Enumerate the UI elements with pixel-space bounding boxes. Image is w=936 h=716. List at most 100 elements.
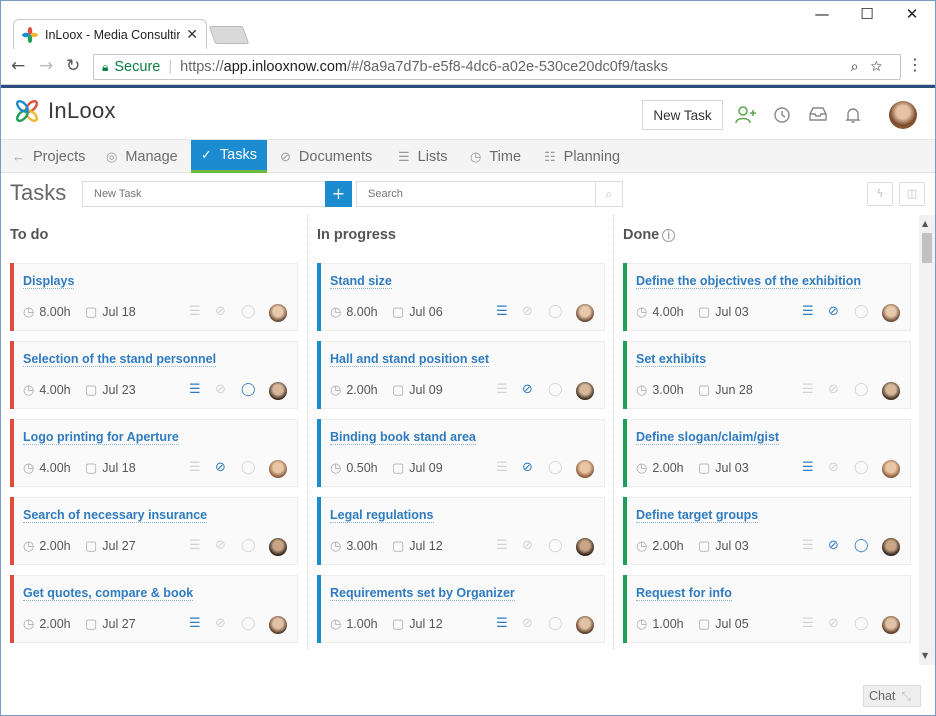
chat-button[interactable]: Chat ⤡ [863, 685, 921, 707]
assignee-avatar[interactable] [269, 538, 287, 556]
bell-icon[interactable] [844, 106, 862, 129]
assignee-avatar[interactable] [576, 304, 594, 322]
minimize-icon[interactable]: — [799, 5, 845, 23]
task-card[interactable]: Hall and stand position set ◷ 2.00h ▢ Jul 09… [317, 341, 605, 409]
comment-icon[interactable]: ◯ [548, 382, 563, 397]
checklist-icon[interactable]: ☰ [496, 538, 508, 553]
task-title-link[interactable]: Stand size [330, 274, 392, 289]
browser-menu-icon[interactable]: ⋮ [907, 55, 923, 74]
checklist-icon[interactable]: ☰ [496, 304, 508, 319]
task-card[interactable]: Binding book stand area ◷ 0.50h ▢ Jul 09 ☰ ⊘ ◯ [317, 419, 605, 487]
task-card[interactable]: Displays ◷ 8.00h ▢ Jul 18 ☰ ⊘ ◯ [10, 263, 298, 331]
add-user-icon[interactable] [735, 106, 757, 129]
info-icon[interactable]: i [662, 229, 676, 242]
attachment-icon[interactable]: ⊘ [215, 304, 226, 319]
scroll-thumb[interactable] [922, 233, 932, 263]
checklist-icon[interactable]: ☰ [496, 382, 508, 397]
task-title-link[interactable]: Legal regulations [330, 508, 434, 523]
task-title-link[interactable]: Define target groups [636, 508, 759, 523]
scroll-down-icon[interactable]: ▼ [922, 651, 928, 660]
search-icon[interactable]: ⌕ [595, 181, 623, 207]
attachment-icon[interactable]: ⊘ [828, 304, 839, 319]
attachment-icon[interactable]: ⊘ [828, 616, 839, 631]
app-logo[interactable]: InLoox [14, 98, 116, 124]
comment-icon[interactable]: ◯ [854, 304, 869, 319]
attachment-icon[interactable]: ⊘ [522, 460, 533, 475]
checklist-icon[interactable]: ☰ [496, 460, 508, 475]
checklist-icon[interactable]: ☰ [802, 616, 814, 631]
back-icon[interactable]: ← [11, 56, 25, 76]
task-card[interactable]: Logo printing for Aperture ◷ 4.00h ▢ Jul 18 ☰… [10, 419, 298, 487]
forward-icon[interactable]: → [39, 56, 53, 76]
checklist-icon[interactable]: ☰ [189, 538, 201, 553]
new-task-button[interactable]: New Task [642, 100, 723, 130]
search-input[interactable] [356, 181, 596, 207]
task-title-link[interactable]: Set exhibits [636, 352, 707, 367]
comment-icon[interactable]: ◯ [241, 538, 256, 553]
nav-projects[interactable]: ← Projects [12, 140, 85, 173]
checklist-icon[interactable]: ☰ [496, 616, 508, 631]
task-card[interactable]: Request for info ◷ 1.00h ▢ Jul 05 ☰ ⊘ ◯ [623, 575, 911, 643]
attachment-icon[interactable]: ⊘ [215, 460, 226, 475]
task-card[interactable]: Define slogan/claim/gist ◷ 2.00h ▢ Jul 03 ☰ ⊘ ◯ [623, 419, 911, 487]
task-title-link[interactable]: Displays [23, 274, 75, 289]
inbox-icon[interactable] [808, 106, 828, 127]
task-title-link[interactable]: Hall and stand position set [330, 352, 490, 367]
attachment-icon[interactable]: ⊘ [522, 304, 533, 319]
assignee-avatar[interactable] [269, 304, 287, 322]
task-card[interactable]: Get quotes, compare & book ◷ 2.00h ▢ Jul 27 ☰… [10, 575, 298, 643]
comment-icon[interactable]: ◯ [854, 382, 869, 397]
reload-icon[interactable]: ↻ [66, 56, 80, 76]
task-title-link[interactable]: Define slogan/claim/gist [636, 430, 780, 445]
attachment-icon[interactable]: ⊘ [522, 382, 533, 397]
checklist-icon[interactable]: ☰ [802, 382, 814, 397]
assignee-avatar[interactable] [576, 382, 594, 400]
task-card[interactable]: Set exhibits ◷ 3.00h ▢ Jun 28 ☰ ⊘ ◯ [623, 341, 911, 409]
close-tab-icon[interactable]: ✕ [186, 27, 198, 43]
task-title-link[interactable]: Define the objectives of the exhibition [636, 274, 862, 289]
assignee-avatar[interactable] [882, 538, 900, 556]
assignee-avatar[interactable] [882, 460, 900, 478]
assignee-avatar[interactable] [882, 382, 900, 400]
nav-manage[interactable]: ◎ Manage [106, 140, 178, 173]
zoom-icon[interactable]: ⌕ [851, 58, 871, 74]
browser-tab[interactable]: InLoox - Media Consulting ✕ [13, 19, 207, 49]
attachment-icon[interactable]: ⊘ [828, 538, 839, 553]
nav-lists[interactable]: ☰ Lists [398, 140, 447, 173]
checklist-icon[interactable]: ☰ [802, 538, 814, 553]
add-task-button[interactable]: + [325, 181, 352, 207]
checklist-icon[interactable]: ☰ [802, 460, 814, 475]
assignee-avatar[interactable] [269, 616, 287, 634]
comment-icon[interactable]: ◯ [548, 538, 563, 553]
assignee-avatar[interactable] [269, 460, 287, 478]
task-card[interactable]: Requirements set by Organizer ◷ 1.00h ▢ Jul … [317, 575, 605, 643]
comment-icon[interactable]: ◯ [548, 616, 563, 631]
attachment-icon[interactable]: ⊘ [828, 382, 839, 397]
comment-icon[interactable]: ◯ [548, 460, 563, 475]
task-card[interactable]: Search of necessary insurance ◷ 2.00h ▢ Jul … [10, 497, 298, 565]
comment-icon[interactable]: ◯ [854, 616, 869, 631]
user-avatar[interactable] [889, 101, 917, 129]
nav-time[interactable]: ◷ Time [470, 140, 521, 173]
assignee-avatar[interactable] [882, 304, 900, 322]
maximize-icon[interactable]: ☐ [844, 5, 890, 23]
nav-tasks[interactable]: ✓ Tasks [191, 140, 267, 173]
task-card[interactable]: Define the objectives of the exhibition ◷… [623, 263, 911, 331]
comment-icon[interactable]: ◯ [241, 304, 256, 319]
task-card[interactable]: Define target groups ◷ 2.00h ▢ Jul 03 ☰ ⊘ ◯ [623, 497, 911, 565]
assignee-avatar[interactable] [576, 616, 594, 634]
new-tab-button[interactable] [208, 26, 250, 44]
task-title-link[interactable]: Requirements set by Organizer [330, 586, 515, 601]
checklist-icon[interactable]: ☰ [189, 460, 201, 475]
attachment-icon[interactable]: ⊘ [522, 538, 533, 553]
window-close-icon[interactable]: ✕ [889, 5, 935, 23]
checklist-icon[interactable]: ☰ [189, 616, 201, 631]
comment-icon[interactable]: ◯ [241, 616, 256, 631]
task-title-link[interactable]: Logo printing for Aperture [23, 430, 179, 445]
task-card[interactable]: Stand size ◷ 8.00h ▢ Jul 06 ☰ ⊘ ◯ [317, 263, 605, 331]
checklist-icon[interactable]: ☰ [189, 382, 201, 397]
attachment-icon[interactable]: ⊘ [215, 538, 226, 553]
attachment-icon[interactable]: ⊘ [828, 460, 839, 475]
comment-icon[interactable]: ◯ [241, 460, 256, 475]
task-title-link[interactable]: Get quotes, compare & book [23, 586, 194, 601]
